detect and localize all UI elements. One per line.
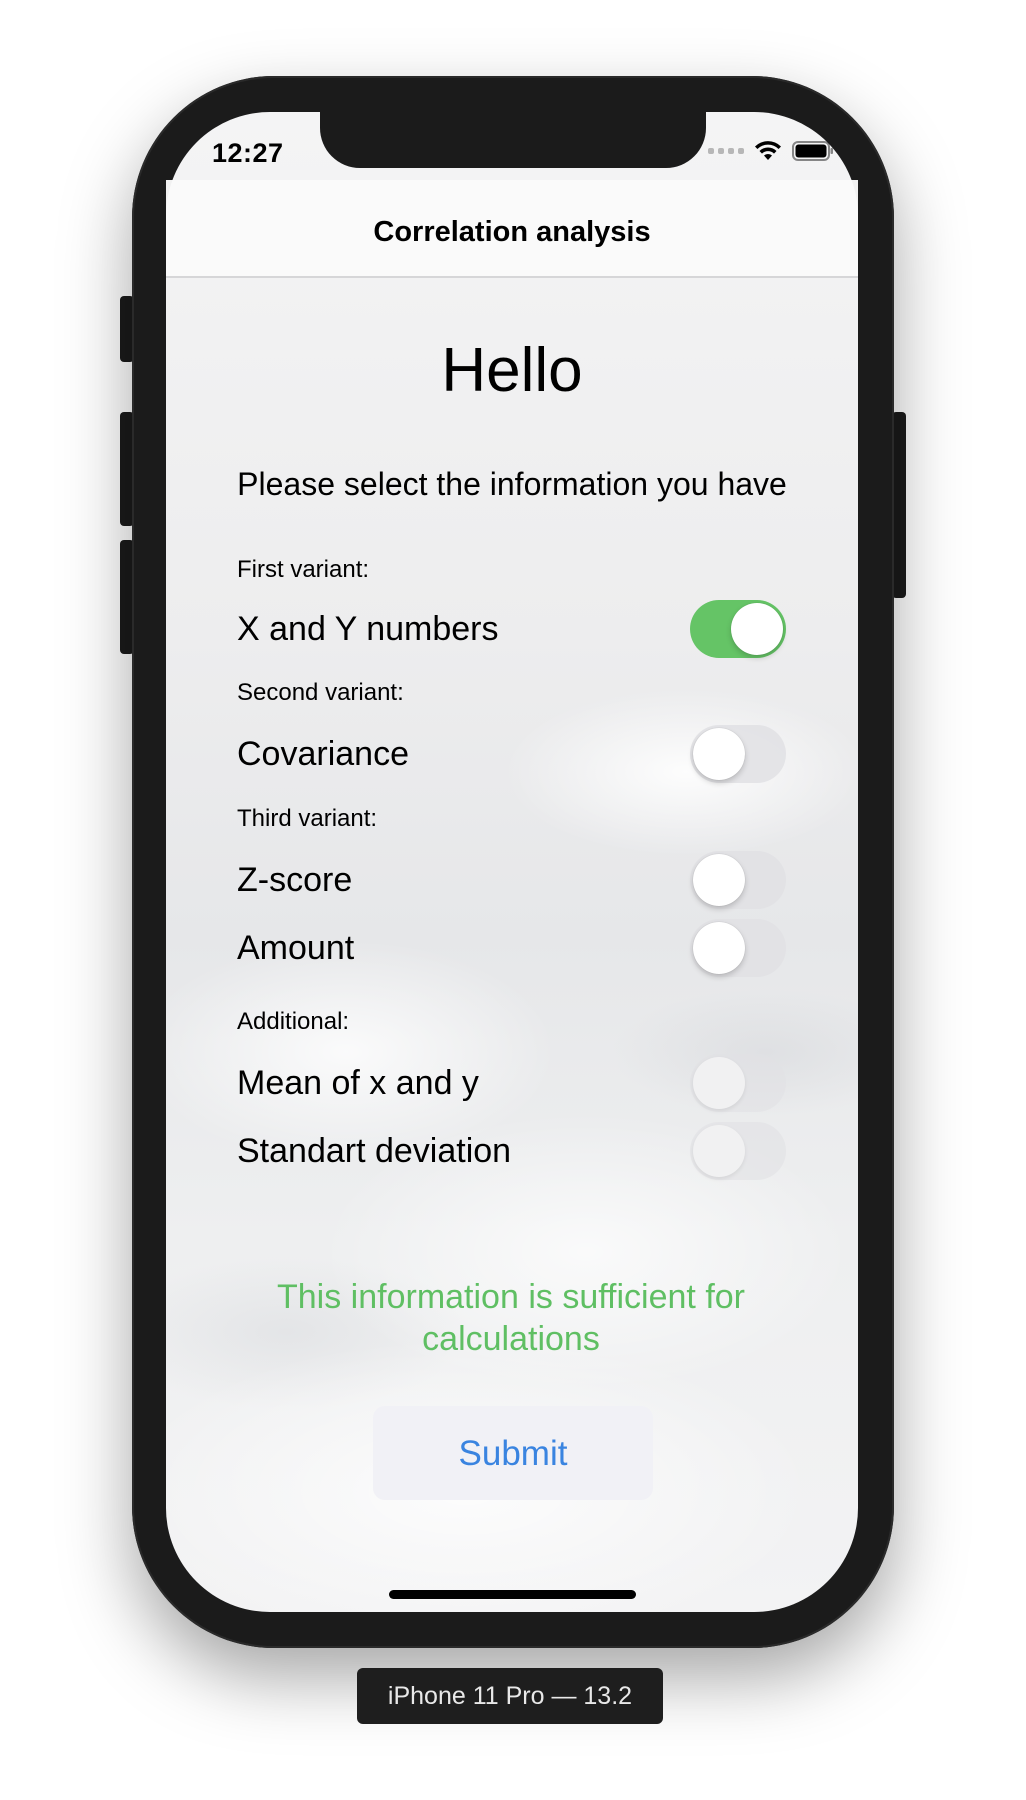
section-label-third: Third variant: [237,805,378,832]
covariance-toggle[interactable] [690,725,786,783]
toggle-knob [731,603,783,655]
toggle-knob [693,1125,745,1177]
section-label-additional: Additional: [237,1008,350,1035]
toggle-label-mean: Mean of x and y [237,1064,479,1102]
mean-toggle[interactable] [690,1054,786,1112]
notch [320,112,706,168]
toggle-label-standard-deviation: Standart deviation [237,1132,512,1170]
prompt-text: Please select the information you have [237,466,787,502]
nav-title: Correlation analysis [373,216,651,248]
status-icons [708,140,834,162]
sufficiency-message: This information is sufficient for calcu… [277,1278,745,1358]
toggle-knob [693,1057,745,1109]
toggle-label-z-score: Z-score [237,861,353,899]
toggle-knob [693,854,745,906]
standard-deviation-toggle[interactable] [690,1122,786,1180]
battery-icon [792,141,833,161]
toggle-label-covariance: Covariance [237,735,409,773]
submit-button[interactable]: Submit [373,1406,653,1500]
section-label-second: Second variant: [237,679,404,706]
simulator-device-label: iPhone 11 Pro — 13.2 [357,1668,663,1724]
greeting-heading: Hello [441,336,583,405]
status-time: 12:27 [212,138,284,168]
toggle-label-amount: Amount [237,929,355,967]
xy-numbers-toggle[interactable] [690,600,786,658]
toggle-knob [693,922,745,974]
power-button [892,412,906,598]
toggle-label-xy-numbers: X and Y numbers [237,610,499,648]
z-score-toggle[interactable] [690,851,786,909]
toggle-knob [693,728,745,780]
cellular-signal-icon [708,148,744,154]
simulator-stage: 12:27 Correlation analysis Hello Please … [0,0,1026,1800]
home-indicator[interactable] [389,1590,636,1599]
amount-toggle[interactable] [690,919,786,977]
wifi-icon [755,141,781,160]
navigation-bar: Correlation analysis [166,180,858,278]
section-label-first: First variant: [237,556,370,583]
